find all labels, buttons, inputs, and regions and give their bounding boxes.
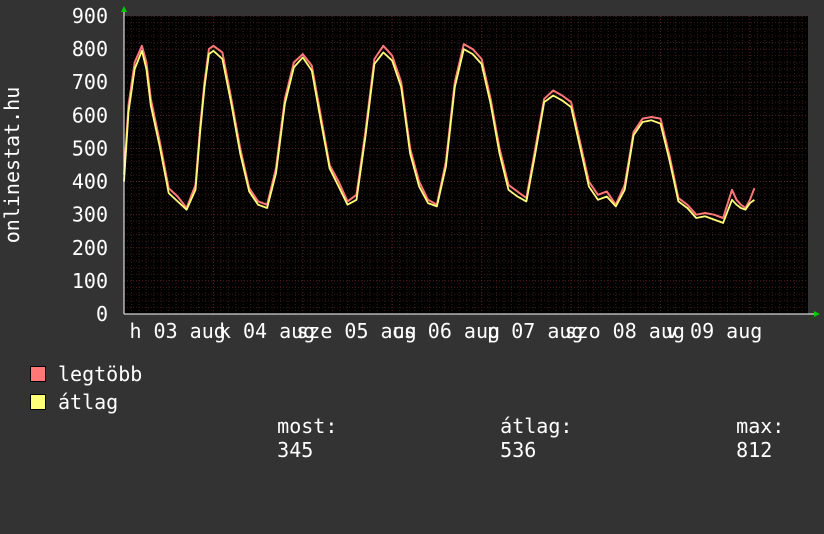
- stat-average-value: 536: [500, 438, 537, 462]
- y-tick-label: 400: [72, 170, 108, 194]
- legend-swatch-avg: [30, 394, 46, 410]
- y-tick-label: 900: [72, 4, 108, 28]
- stat-current: most: 345: [229, 390, 337, 486]
- stat-max-value: 812: [736, 438, 773, 462]
- stat-max-label: max:: [736, 414, 785, 438]
- legend-label-max: legtöbb: [58, 362, 143, 386]
- x-day-label: cs 06 aug: [392, 319, 500, 343]
- x-day-label: h 03 aug: [129, 319, 225, 343]
- stat-current-label: most:: [277, 414, 338, 438]
- stat-average-label: átlag:: [500, 414, 573, 438]
- stat-max: max: 812: [688, 390, 784, 486]
- legend-row-max: legtöbb: [30, 362, 810, 386]
- y-axis-arrow: [121, 6, 127, 12]
- plot-area: [124, 16, 808, 314]
- stat-current-value: 345: [277, 438, 314, 462]
- y-axis-ticks: 0 100 200 300 400 500 600 700 800 900: [72, 4, 108, 326]
- x-axis-labels: h 03 augk 04 augsze 05 augcs 06 augp 07 …: [129, 319, 762, 343]
- x-axis-arrow: [814, 311, 820, 317]
- y-tick-label: 0: [96, 302, 108, 326]
- y-tick-label: 200: [72, 236, 108, 260]
- y-tick-label: 700: [72, 70, 108, 94]
- y-tick-label: 500: [72, 136, 108, 160]
- legend-swatch-max: [30, 366, 46, 382]
- stat-average: átlag: 536: [452, 390, 572, 486]
- legend-row-avg: átlag most: 345 átlag: 536 max: 812: [30, 390, 810, 462]
- legend-label-avg: átlag: [58, 390, 119, 414]
- y-tick-label: 300: [72, 203, 108, 227]
- y-tick-label: 800: [72, 37, 108, 61]
- y-axis-label: onlinestat.hu: [0, 87, 24, 244]
- y-tick-label: 600: [72, 103, 108, 127]
- x-day-label: v 09 aug: [666, 319, 762, 343]
- y-tick-label: 100: [72, 269, 108, 293]
